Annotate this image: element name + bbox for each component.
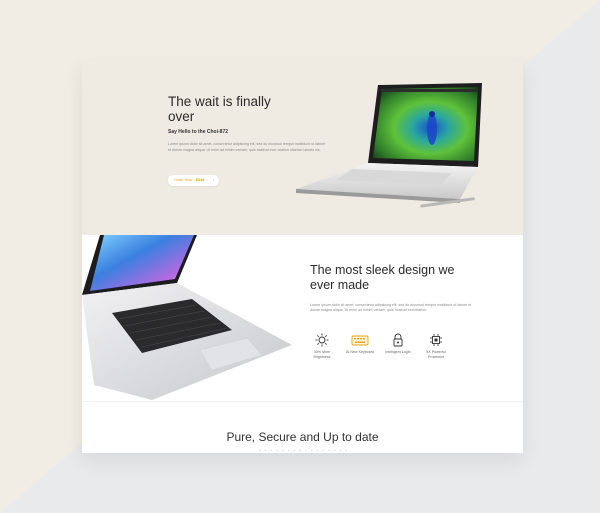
section-divider (82, 401, 523, 402)
feature-list: 30% More Brightness AI New Keyboard Inte… (306, 333, 456, 369)
section-design-description: Lorem ipsum dolor sit amet, consectetur … (310, 303, 472, 313)
feature-processor: 5X Powerful Processor (420, 333, 452, 359)
feature-keyboard: AI New Keyboard (344, 333, 376, 355)
feature-brightness: 30% More Brightness (306, 333, 338, 359)
keyboard-icon (351, 335, 369, 346)
arrow-right-icon: › (212, 178, 214, 182)
hero-title: The wait is finally over (168, 94, 271, 124)
processor-icon (430, 334, 442, 346)
hero-laptop-image (296, 83, 482, 208)
section-design-title: The most sleek design we ever made (310, 263, 455, 292)
macbook-image (82, 235, 292, 400)
brightness-icon (315, 333, 329, 347)
feature-login: Intelligent Login (382, 333, 414, 355)
feature-label: 30% More Brightness (313, 350, 331, 359)
faded-subtitle-placeholder: ▪▪▪▪▪▪▪▪▪▪▪▪▪▪▪▪ (258, 448, 352, 453)
section-secure-title: Pure, Secure and Up to date (226, 430, 379, 444)
order-button-label: Order Now - (174, 178, 196, 182)
order-button-price: $549 (195, 178, 205, 182)
order-now-button[interactable]: Order Now - $549 › (168, 175, 219, 186)
feature-label: Intelligent Login (385, 350, 411, 354)
feature-label: 5X Powerful Processor (426, 350, 446, 359)
lock-icon (393, 333, 403, 347)
landing-page-card: The wait is finally over Say Hello to th… (82, 61, 523, 453)
feature-label: AI New Keyboard (346, 350, 374, 354)
hero-subtitle: Say Hello to the Choi-872 (168, 129, 229, 135)
